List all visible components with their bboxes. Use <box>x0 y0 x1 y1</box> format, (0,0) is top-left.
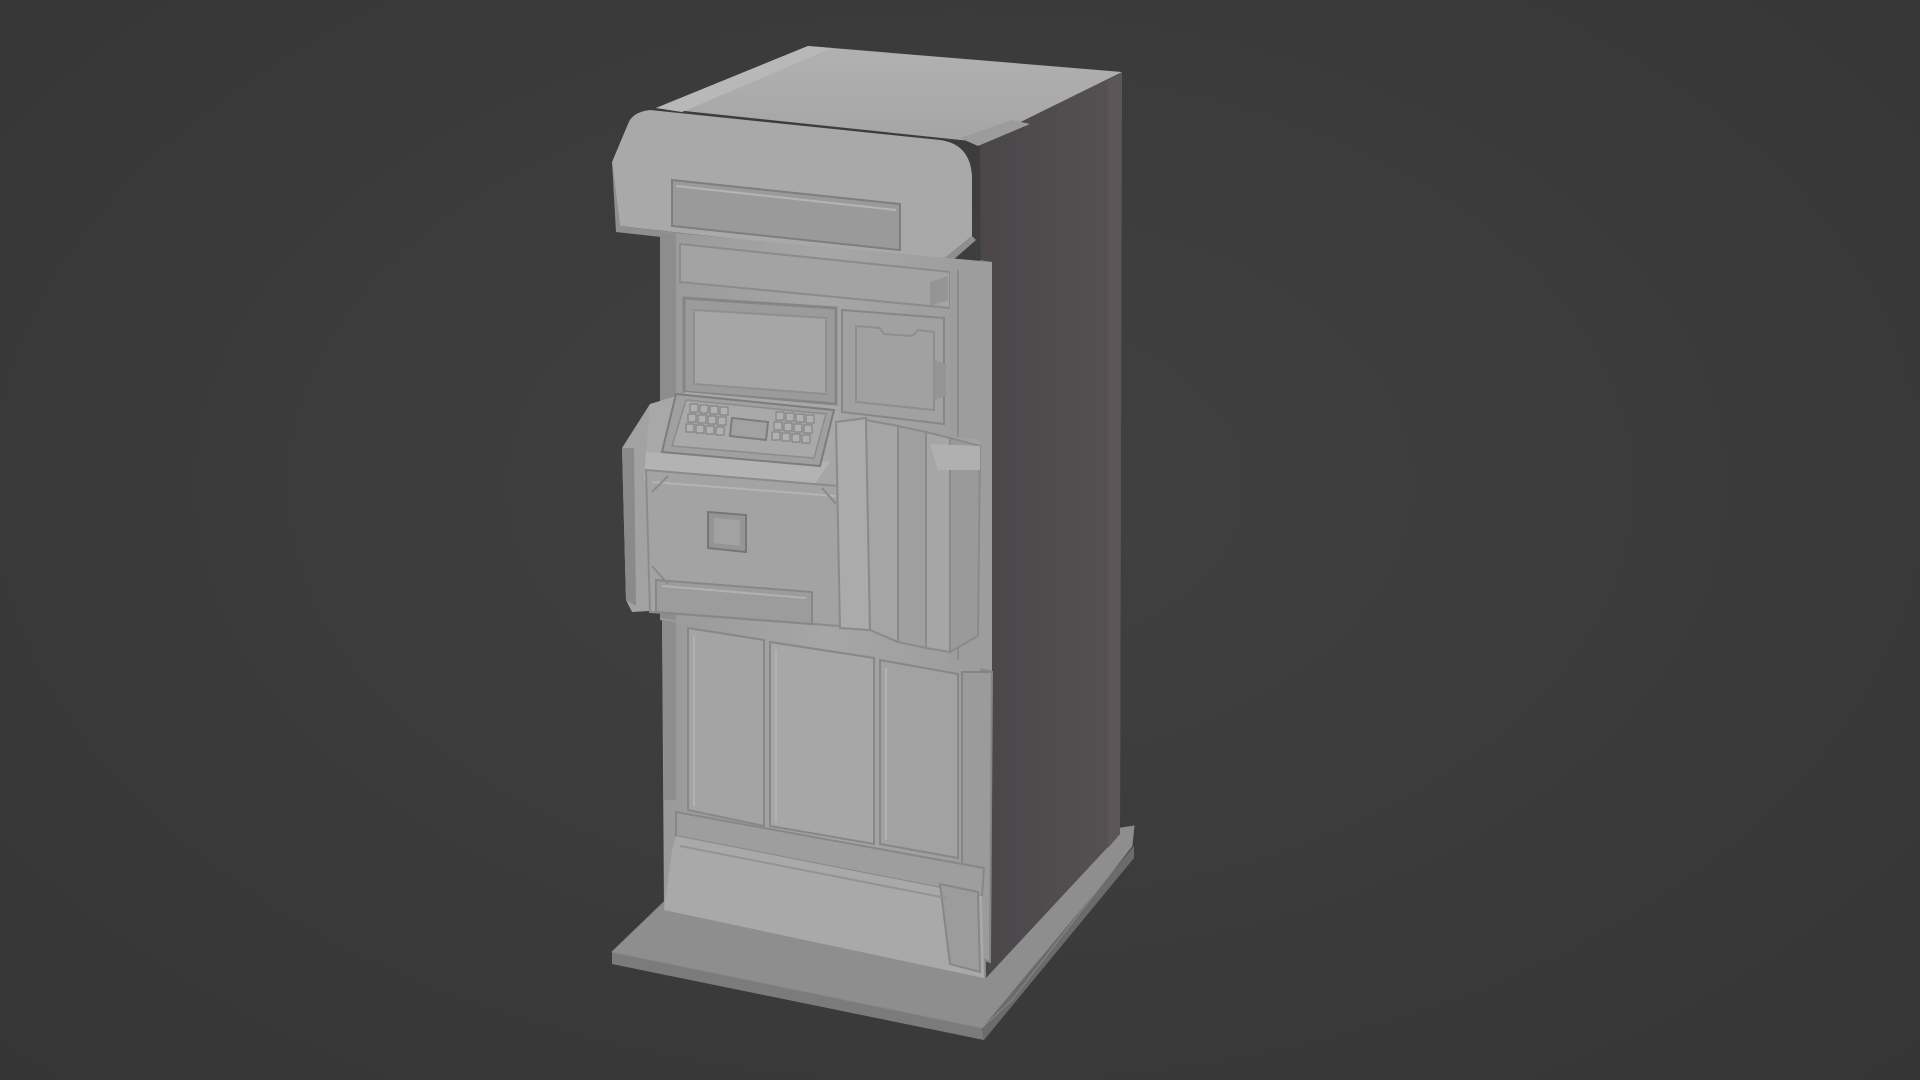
keypad-key <box>803 424 813 434</box>
keypad-key <box>791 433 801 443</box>
keypad-key <box>715 426 725 436</box>
keypad-key <box>705 425 715 435</box>
keypad-key <box>697 414 707 424</box>
screen <box>682 296 838 406</box>
side-access-panel <box>841 308 946 426</box>
keypad-key <box>695 424 705 434</box>
keypad-display <box>728 416 770 442</box>
keypad-key <box>785 412 795 422</box>
kiosk-model <box>610 46 1135 1040</box>
keypad-key <box>717 416 727 426</box>
side-panel <box>980 72 1122 978</box>
keypad-key <box>793 423 803 433</box>
keypad-key <box>685 423 695 433</box>
keypad-key <box>795 413 805 423</box>
keypad-key <box>687 413 697 423</box>
keypad-key <box>801 434 811 444</box>
keypad-key <box>709 405 719 415</box>
keypad-key <box>773 421 783 431</box>
card-slot <box>707 510 747 554</box>
keypad-key <box>783 422 793 432</box>
keypad-key <box>719 406 729 416</box>
keypad-key <box>707 415 717 425</box>
keypad-key <box>771 431 781 441</box>
keypad-key <box>699 404 709 414</box>
keypad-key <box>781 432 791 442</box>
keypad-key <box>689 403 699 413</box>
3d-viewport[interactable] <box>0 0 1920 1080</box>
keypad-key <box>805 414 815 424</box>
keypad-key <box>775 411 785 421</box>
ribbed-panel <box>834 416 982 654</box>
